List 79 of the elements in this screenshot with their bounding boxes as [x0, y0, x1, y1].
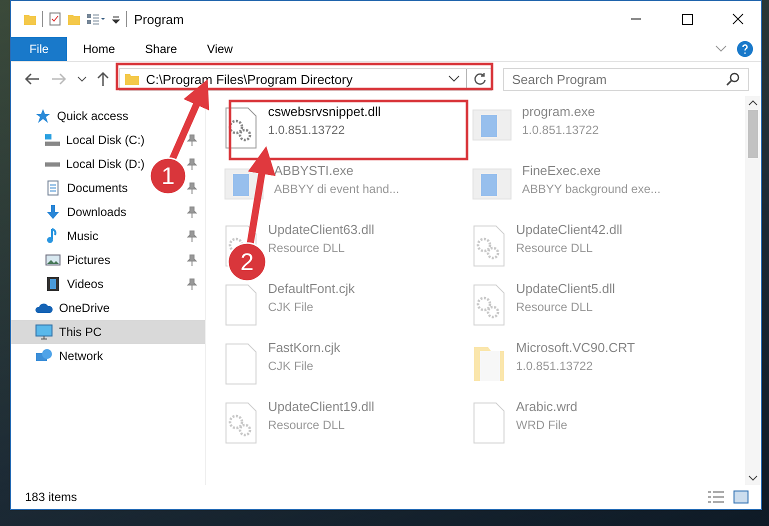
sidebar-item[interactable]: Music	[45, 228, 98, 244]
sidebar-item[interactable]: Videos	[45, 276, 104, 292]
search-icon	[726, 72, 740, 86]
sidebar-item[interactable]: Documents	[45, 180, 128, 196]
properties-icon[interactable]	[48, 12, 62, 26]
blank-document-icon	[224, 343, 258, 385]
pin-icon[interactable]	[187, 134, 197, 146]
film-icon	[45, 276, 61, 292]
star-icon	[35, 108, 51, 124]
sidebar-item[interactable]: Network	[11, 344, 205, 368]
file-detail: 1.0.851.13722	[268, 123, 346, 137]
sidebar-item[interactable]: OneDrive	[11, 296, 205, 320]
expand-ribbon-icon[interactable]	[715, 45, 727, 53]
back-icon[interactable]	[23, 72, 41, 86]
sidebar-item[interactable]: Local Disk (D:)	[45, 157, 145, 171]
cloud-icon	[35, 301, 53, 315]
help-icon[interactable]	[737, 41, 753, 57]
gear-document-icon	[224, 107, 258, 149]
file-menu-button[interactable]: File	[11, 37, 67, 61]
file-detail: Resource DLL	[516, 300, 594, 314]
monitor-icon	[35, 324, 53, 340]
application-window-icon	[472, 107, 512, 143]
refresh-icon[interactable]	[473, 72, 487, 86]
file-detail: 1.0.851.13722	[522, 123, 599, 137]
blank-document-icon	[224, 284, 258, 326]
pin-icon[interactable]	[187, 158, 197, 170]
details-view-icon[interactable]	[707, 490, 725, 504]
sidebar-item[interactable]: Pictures	[45, 253, 110, 267]
view-options-icon[interactable]	[86, 12, 106, 26]
gear-document-icon	[472, 225, 506, 267]
address-bar[interactable]: C:\Program Files\Program Directory	[119, 68, 492, 90]
sidebar-item[interactable]: This PC	[11, 320, 205, 344]
file-detail: Resource DLL	[516, 241, 594, 255]
scroll-up-icon[interactable]	[748, 99, 758, 107]
file-name[interactable]: cswebsrvsnippet.dll	[268, 104, 381, 119]
pin-icon[interactable]	[187, 230, 197, 242]
application-window-icon	[472, 166, 512, 202]
step-badge	[149, 157, 187, 195]
sidebar-item[interactable]: Local Disk (C:)	[45, 133, 145, 147]
up-icon[interactable]	[96, 71, 110, 87]
download-arrow-icon	[45, 204, 61, 220]
file-detail: WRD File	[516, 418, 568, 432]
ribbon-tab[interactable]: View	[193, 37, 247, 61]
file-detail: Resource DLL	[268, 241, 346, 255]
picture-icon	[45, 253, 61, 267]
item-count: 183 items	[25, 490, 78, 504]
gear-document-icon	[224, 402, 258, 444]
file-detail: CJK File	[268, 300, 314, 314]
blank-document-icon	[472, 402, 506, 444]
search-field[interactable]: Search Program	[503, 68, 749, 90]
application-window-icon	[224, 166, 264, 202]
file-detail: CJK File	[268, 359, 314, 373]
window-title: Program	[134, 12, 184, 26]
file-detail: ABBYY di event hand...	[274, 182, 400, 196]
large-icons-view-icon[interactable]	[733, 490, 749, 504]
step-badge	[227, 242, 267, 282]
ribbon-tab[interactable]: Share	[131, 37, 192, 61]
file-detail: 1.0.851.13722	[516, 359, 594, 373]
gear-document-icon	[472, 284, 506, 326]
drive-icon	[45, 134, 60, 146]
ribbon-tab[interactable]: Home	[69, 37, 130, 61]
network-icon	[35, 348, 53, 364]
sidebar-item[interactable]: Quick access	[11, 104, 205, 128]
scrollbar-thumb[interactable]	[748, 110, 758, 158]
folder-icon	[124, 72, 140, 86]
document-icon	[45, 180, 61, 196]
recent-locations-icon[interactable]	[77, 75, 87, 83]
pin-icon[interactable]	[187, 254, 197, 266]
file-detail: Resource DLL	[268, 418, 346, 432]
dropdown-icon[interactable]	[448, 75, 460, 83]
scroll-down-icon[interactable]	[748, 474, 758, 482]
step-number: 2	[240, 249, 254, 276]
pin-icon[interactable]	[187, 278, 197, 290]
file-detail: ABBYY background exe...	[522, 182, 661, 196]
sidebar-item[interactable]: Downloads	[45, 204, 126, 220]
drive-icon	[45, 162, 60, 166]
pin-icon[interactable]	[187, 206, 197, 218]
pin-icon[interactable]	[187, 182, 197, 194]
step-number: 1	[161, 163, 175, 190]
